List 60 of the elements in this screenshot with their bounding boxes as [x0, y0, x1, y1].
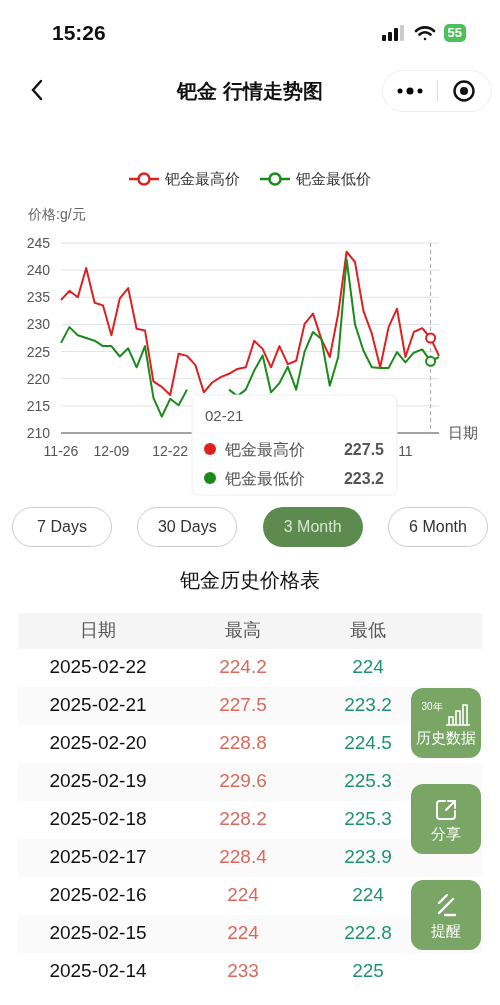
badge-text: 30年	[421, 701, 443, 712]
table-cell-text: 225.3	[344, 807, 392, 832]
table-cell-text: 233	[227, 959, 259, 984]
legend-label: 钯金最高价	[165, 169, 240, 189]
table-cell-text: 2025-02-19	[49, 769, 147, 794]
legend-label: 钯金最低价	[296, 169, 371, 189]
y-axis-title: 价格:g/元	[28, 205, 86, 222]
column-header: 最低	[350, 619, 386, 642]
float-button[interactable]: 分享	[411, 784, 481, 854]
axis-label: 230	[26, 315, 50, 332]
table-cell-text: 224	[352, 655, 384, 680]
axis-label: 210	[26, 424, 50, 441]
table-cell-text: 2025-02-15	[49, 921, 147, 946]
axis-label: 235	[26, 288, 50, 305]
table-cell-text: 223.9	[344, 845, 392, 870]
table-cell-text: 2025-02-22	[49, 655, 147, 680]
axis-label: 11-26	[43, 442, 79, 459]
tooltip-label: 钯金最高价	[225, 440, 305, 458]
column-header: 最高	[225, 619, 261, 642]
table-cell-text: 228.4	[219, 845, 267, 870]
table-cell-text: 2025-02-18	[49, 807, 147, 832]
range-tab[interactable]: 3 Month	[262, 506, 363, 547]
table-cell-text: 222.8	[344, 921, 392, 946]
table-cell-text: 2025-02-17	[49, 845, 147, 870]
table-cell-text: 227.5	[219, 693, 267, 718]
table-cell-text: 2025-02-14	[49, 959, 147, 984]
table-cell-text: 228.2	[219, 807, 267, 832]
column-header: 日期	[80, 619, 116, 642]
axis-label: 245	[26, 234, 50, 251]
axis-label: 11	[398, 442, 413, 459]
table-title: 钯金历史价格表	[179, 567, 321, 593]
tooltip-value: 223.2	[343, 469, 384, 487]
table-cell-text: 224.2	[219, 655, 267, 680]
table-cell-text: 225	[352, 959, 384, 984]
table-cell-text: 224.5	[344, 731, 392, 756]
status-time: 15:26	[52, 20, 106, 47]
table-cell-text: 224	[227, 883, 259, 908]
axis-label: 240	[26, 261, 50, 278]
float-button[interactable]: 提醒	[411, 880, 481, 950]
table-cell-text: 225.3	[344, 769, 392, 794]
tooltip-title: 02-21	[205, 406, 244, 424]
table-cell-text: 229.6	[219, 769, 267, 794]
float-button[interactable]: 30年 历史数据	[411, 688, 481, 758]
axis-label: 220	[26, 370, 50, 387]
axis-label: 12-09	[93, 442, 130, 459]
table-cell-text: 2025-02-20	[49, 731, 147, 756]
tooltip-value: 227.5	[343, 440, 384, 458]
tooltip-label: 钯金最低价	[225, 469, 305, 487]
table-cell-text: 2025-02-21	[49, 693, 147, 718]
table-cell-text: 224	[352, 883, 384, 908]
axis-label: 215	[26, 397, 50, 414]
table-cell-text: 224	[227, 921, 259, 946]
axis-label: 12-22	[152, 442, 189, 459]
battery-indicator: 55	[443, 24, 466, 42]
page-title: 钯金 行情走势图	[177, 79, 323, 104]
x-axis-title: 日期	[448, 423, 478, 441]
axis-label: 225	[26, 343, 50, 360]
table-cell-text: 2025-02-16	[49, 883, 147, 908]
table-cell-text: 223.2	[344, 693, 392, 718]
table-cell-text: 228.8	[219, 731, 267, 756]
